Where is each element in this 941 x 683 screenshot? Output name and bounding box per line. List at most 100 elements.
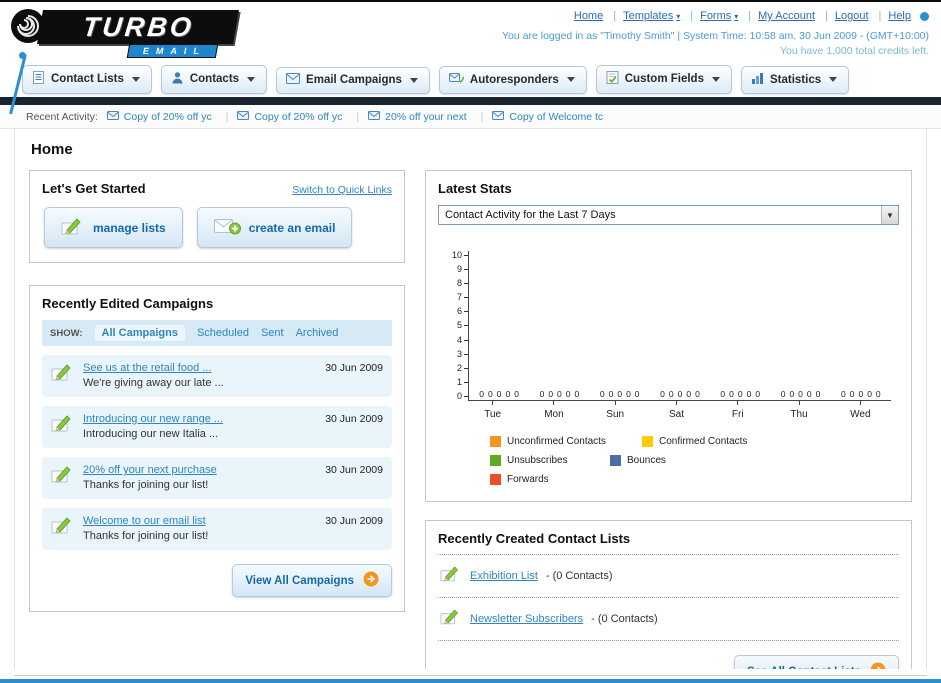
y-axis-tick: 1	[457, 377, 468, 387]
bar-value-label: 0	[789, 388, 795, 399]
contact-lists-panel-title: Recently Created Contact Lists	[438, 531, 631, 546]
campaign-title-link[interactable]: See us at the retail food ...	[83, 362, 317, 374]
campaign-row[interactable]: 20% off your next purchase Thanks for jo…	[42, 457, 392, 499]
filter-archived[interactable]: Archived	[296, 327, 339, 339]
stats-panel-title: Latest Stats	[438, 181, 512, 196]
contacts-icon	[171, 71, 184, 87]
top-link-home[interactable]: Home	[574, 10, 616, 22]
tab-autoresponders[interactable]: Autoresponders	[438, 66, 587, 94]
bar-value-label: 0	[668, 388, 674, 399]
bar-value-label: 0	[840, 388, 846, 399]
bar-value-label: 0	[514, 388, 519, 399]
envelope-icon	[492, 110, 505, 123]
bar-value-label: 0	[574, 388, 580, 399]
chevron-down-icon	[409, 77, 418, 83]
top-link-templates[interactable]: Templates ▾	[623, 10, 693, 22]
bar-value-label: 0	[755, 388, 761, 399]
recently-created-contact-lists-panel: Recently Created Contact Lists Exhibitio…	[425, 520, 912, 669]
bar-value-label: 0	[608, 388, 614, 399]
x-axis-label: Fri	[707, 401, 768, 420]
contact-list-link[interactable]: Newsletter Subscribers	[470, 613, 583, 625]
tab-email-campaigns[interactable]: Email Campaigns	[276, 67, 430, 94]
chart-y-axis: 10 9 8 7 6 5 4 3 2 1 0	[444, 251, 468, 401]
tab-contacts[interactable]: Contacts	[160, 65, 268, 94]
envelope-plus-icon	[213, 217, 241, 238]
pencil-paper-icon	[61, 216, 85, 239]
logo-title: TURBO	[80, 11, 196, 42]
tab-contact-lists[interactable]: Contact Lists	[22, 65, 152, 94]
legend-swatch	[490, 455, 501, 466]
recently-edited-campaigns-panel: Recently Edited Campaigns SHOW: All Camp…	[29, 285, 405, 612]
top-link-forms[interactable]: Forms ▾	[700, 10, 751, 22]
campaign-title-link[interactable]: Introducing our new range ...	[83, 413, 317, 425]
bar-value-label: 0	[686, 388, 692, 399]
chart-bar-group: 00000	[469, 251, 529, 400]
legend-swatch	[490, 436, 501, 447]
top-link-my-account[interactable]: My Account	[758, 10, 828, 22]
campaign-title-link[interactable]: Welcome to our email list	[83, 515, 317, 527]
tab-statistics[interactable]: Statistics	[740, 66, 850, 94]
recent-activity-label: Recent Activity:	[26, 110, 98, 123]
manage-lists-button[interactable]: manage lists	[44, 207, 183, 248]
view-all-campaigns-button[interactable]: View All Campaigns	[232, 564, 392, 597]
filter-scheduled[interactable]: Scheduled	[197, 327, 249, 339]
edit-list-icon	[440, 564, 462, 588]
top-links: Home Templates▾ Forms▾ My Account Logout…	[502, 10, 929, 22]
filter-sent[interactable]: Sent	[261, 327, 284, 339]
edit-campaign-icon	[51, 362, 75, 387]
bar-value-label: 0	[496, 388, 502, 399]
tab-custom-fields[interactable]: Custom Fields	[595, 65, 732, 94]
edit-campaign-icon	[51, 413, 75, 438]
get-started-panel: Let's Get Started Switch to Quick Links …	[29, 170, 405, 263]
recent-activity-bar: Recent Activity: Copy of 20% off yc Copy…	[0, 105, 941, 129]
top-right-info: Home Templates▾ Forms▾ My Account Logout…	[502, 8, 929, 64]
top-link-logout[interactable]: Logout	[835, 10, 882, 22]
top-link-help[interactable]: Help	[888, 10, 911, 22]
bar-value-label: 0	[505, 388, 511, 399]
main-nav: Contact Lists Contacts Email Campaigns A…	[0, 64, 941, 97]
select-arrow-icon: ▼	[881, 206, 898, 224]
stats-period-select[interactable]: Contact Activity for the Last 7 Days ▼	[438, 205, 899, 225]
legend-item: Bounces	[610, 455, 762, 466]
autoresponders-icon	[448, 72, 464, 87]
y-axis-tick: 8	[457, 279, 468, 288]
app-window: TURBO EMAIL Home Templates▾ Forms▾ My Ac…	[0, 0, 941, 683]
contact-activity-chart: 10 9 8 7 6 5 4 3 2 1 0 000000000000000000000000000…	[444, 251, 891, 401]
y-axis-tick: 6	[457, 307, 468, 316]
filter-all-campaigns[interactable]: All Campaigns	[94, 325, 185, 341]
see-all-contact-lists-button[interactable]: See All Contact Lists	[734, 655, 899, 669]
create-email-button[interactable]: create an email	[196, 207, 353, 248]
bar-value-label: 0	[695, 388, 700, 399]
campaign-row[interactable]: See us at the retail food ... We're givi…	[42, 355, 392, 397]
contact-list-link[interactable]: Exhibition List	[470, 570, 538, 582]
campaign-title-link[interactable]: 20% off your next purchase	[83, 464, 317, 476]
contact-list-item[interactable]: Newsletter Subscribers - (0 Contacts)	[438, 598, 899, 641]
recent-activity-item[interactable]: Copy of 20% off yc	[106, 110, 229, 123]
logo-antenna-dot	[19, 52, 26, 59]
legend-item: Forwards	[490, 474, 658, 485]
contact-list-item[interactable]: Exhibition List - (0 Contacts)	[438, 555, 899, 598]
legend-item: Confirmed Contacts	[642, 436, 810, 447]
chevron-down-icon	[247, 76, 256, 82]
bar-value-label: 0	[634, 388, 640, 399]
page-title: Home	[31, 141, 73, 158]
bar-value-label: 0	[677, 388, 683, 399]
campaign-row[interactable]: Introducing our new range ... Introducin…	[42, 406, 392, 448]
switch-quick-links-link[interactable]: Switch to Quick Links	[292, 184, 392, 196]
campaign-subtitle: Thanks for joining our list!	[83, 530, 209, 542]
recent-activity-item[interactable]: 20% off your next	[368, 110, 483, 123]
turbo-email-logo: TURBO EMAIL	[9, 8, 270, 115]
statistics-icon	[751, 72, 764, 87]
campaign-row[interactable]: Welcome to our email list Thanks for joi…	[42, 508, 392, 550]
recent-activity-item[interactable]: Copy of 20% off yc	[237, 110, 359, 123]
custom-fields-icon	[606, 71, 619, 87]
bar-value-label: 0	[867, 388, 872, 399]
bar-value-label: 0	[617, 388, 623, 399]
legend-swatch	[642, 436, 653, 447]
recent-activity-item[interactable]: Copy of Welcome tc	[492, 110, 603, 123]
x-axis-label: Wed	[830, 401, 891, 420]
main-content: Home Let's Get Started Switch to Quick L…	[14, 129, 927, 669]
chart-plot-area: 00000000000000000000000000000000000	[468, 251, 891, 401]
get-started-title: Let's Get Started	[42, 181, 146, 196]
dropdown-arrow-icon: ▾	[734, 11, 739, 21]
